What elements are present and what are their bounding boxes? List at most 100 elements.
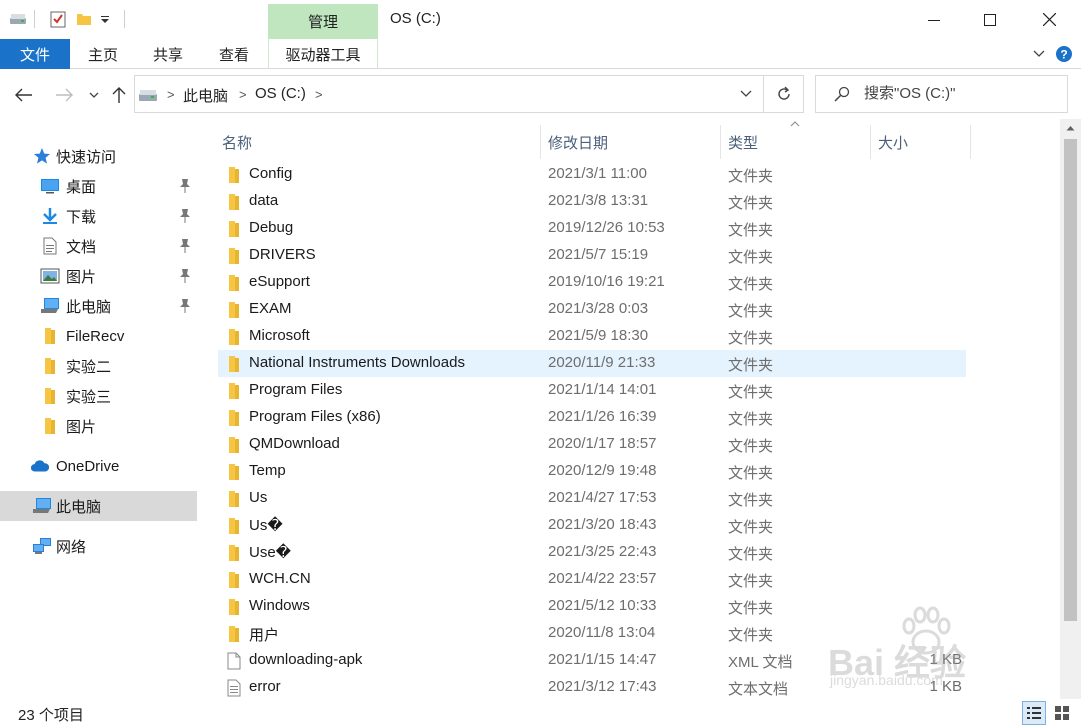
file-name: Us	[249, 489, 268, 506]
customize-quick-access-icon[interactable]	[98, 9, 112, 29]
column-divider[interactable]	[870, 125, 871, 159]
file-row[interactable]: 用户 2020/11/8 13:04 文件夹	[218, 620, 966, 647]
maximize-button[interactable]	[958, 0, 1022, 39]
sidebar-item-quick-access[interactable]: 快速访问	[0, 141, 197, 171]
manage-tab[interactable]: 管理	[268, 4, 378, 39]
folder-icon	[226, 571, 242, 593]
file-row[interactable]: Temp 2020/12/9 19:48 文件夹	[218, 458, 966, 485]
tab-home[interactable]: 主页	[78, 39, 128, 69]
pin-icon[interactable]	[178, 298, 192, 314]
file-row[interactable]: Microsoft 2021/5/9 18:30 文件夹	[218, 323, 966, 350]
file-type: 文件夹	[728, 600, 774, 617]
search-input[interactable]	[864, 85, 1064, 102]
file-date: 2020/12/9 19:48	[548, 462, 657, 479]
file-row[interactable]: National Instruments Downloads 2020/11/9 …	[218, 350, 966, 377]
large-icons-view-button[interactable]	[1050, 701, 1074, 725]
scrollbar-thumb[interactable]	[1064, 139, 1077, 621]
sidebar-item-documents[interactable]: 文档	[0, 231, 197, 261]
file-row[interactable]: Program Files (x86) 2021/1/26 16:39 文件夹	[218, 404, 966, 431]
pin-icon[interactable]	[178, 238, 192, 254]
sidebar-item-label: 快速访问	[56, 148, 117, 166]
tab-file[interactable]: 文件	[0, 39, 70, 69]
details-view-button[interactable]	[1022, 701, 1046, 725]
file-row[interactable]: downloading-apk 2021/1/15 14:47 XML 文档 1 KB	[218, 647, 966, 674]
drive-icon[interactable]	[8, 9, 28, 29]
close-button[interactable]	[1017, 0, 1081, 39]
column-divider[interactable]	[720, 125, 721, 159]
column-divider[interactable]	[970, 125, 971, 159]
file-row[interactable]: DRIVERS 2021/5/7 15:19 文件夹	[218, 242, 966, 269]
file-date: 2021/3/8 13:31	[548, 192, 649, 209]
ribbon-tabs: 文件 主页 共享 查看 驱动器工具 ?	[0, 39, 1081, 69]
tab-view[interactable]: 查看	[208, 39, 260, 69]
file-row[interactable]: eSupport 2019/10/16 19:21 文件夹	[218, 269, 966, 296]
file-date: 2021/4/22 23:57	[548, 570, 657, 587]
sidebar-item-label: 网络	[56, 538, 87, 556]
file-row[interactable]: Program Files 2021/1/14 14:01 文件夹	[218, 377, 966, 404]
sidebar-item-desktop[interactable]: 桌面	[0, 171, 197, 201]
breadcrumb-separator: >	[167, 87, 175, 102]
properties-icon[interactable]	[48, 9, 68, 29]
column-header-name[interactable]: 名称	[220, 125, 542, 159]
sidebar-item-onedrive[interactable]: OneDrive	[0, 451, 197, 481]
sidebar-item-pictures[interactable]: 图片	[0, 261, 197, 291]
back-button[interactable]	[12, 83, 36, 107]
up-button[interactable]	[108, 83, 130, 107]
column-header-size[interactable]: 大小	[878, 125, 970, 159]
file-name: EXAM	[249, 300, 292, 317]
forward-button[interactable]	[52, 83, 76, 107]
pin-icon[interactable]	[178, 208, 192, 224]
file-name: eSupport	[249, 273, 310, 290]
file-row[interactable]: Us 2021/4/27 17:53 文件夹	[218, 485, 966, 512]
tab-drive-tools[interactable]: 驱动器工具	[268, 39, 378, 69]
file-row[interactable]: EXAM 2021/3/28 0:03 文件夹	[218, 296, 966, 323]
file-name: Windows	[249, 597, 310, 614]
file-row[interactable]: WCH.CN 2021/4/22 23:57 文件夹	[218, 566, 966, 593]
help-button[interactable]: ?	[1054, 44, 1074, 64]
sidebar-item-this-pc[interactable]: 此电脑	[0, 491, 197, 521]
sort-up-icon	[790, 119, 800, 130]
file-row[interactable]: QMDownload 2020/1/17 18:57 文件夹	[218, 431, 966, 458]
sidebar-item-label: FileRecv	[66, 327, 125, 345]
minimize-button[interactable]	[902, 0, 966, 39]
recent-locations-button[interactable]	[86, 83, 102, 107]
scroll-up-button[interactable]	[1060, 119, 1081, 137]
sidebar-item-downloads[interactable]: 下载	[0, 201, 197, 231]
file-date: 2019/12/26 10:53	[548, 219, 665, 236]
sidebar-item-this-pc-pinned[interactable]: 此电脑	[0, 291, 197, 321]
column-header-date[interactable]: 修改日期	[548, 125, 720, 159]
address-bar[interactable]: > 此电脑 > OS (C:) >	[134, 75, 764, 113]
file-row[interactable]: error 2021/3/12 17:43 文本文档 1 KB	[218, 674, 966, 701]
new-folder-icon[interactable]	[74, 9, 94, 29]
folder-icon	[226, 382, 242, 404]
file-row[interactable]: Windows 2021/5/12 10:33 文件夹	[218, 593, 966, 620]
file-row[interactable]: Use� 2021/3/25 22:43 文件夹	[218, 539, 966, 566]
column-header-type[interactable]: 类型	[728, 125, 870, 159]
file-date: 2020/1/17 18:57	[548, 435, 657, 452]
tab-share[interactable]: 共享	[142, 39, 194, 69]
drive-icon	[139, 90, 157, 101]
breadcrumb-this-pc[interactable]: 此电脑	[183, 85, 228, 106]
sidebar-item-experiment-2[interactable]: 实验二	[0, 351, 197, 381]
breadcrumb-os-c[interactable]: OS (C:)	[255, 85, 306, 102]
expand-ribbon-button[interactable]	[1030, 44, 1048, 64]
file-row[interactable]: Debug 2019/12/26 10:53 文件夹	[218, 215, 966, 242]
file-name: Program Files (x86)	[249, 408, 381, 425]
sidebar-item-experiment-3[interactable]: 实验三	[0, 381, 197, 411]
pictures-icon	[40, 266, 60, 286]
file-row[interactable]: Config 2021/3/1 11:00 文件夹	[218, 161, 966, 188]
sidebar-item-filerecv[interactable]: FileRecv	[0, 321, 197, 351]
sidebar-item-network[interactable]: 网络	[0, 531, 197, 561]
pin-icon[interactable]	[178, 268, 192, 284]
file-row[interactable]: Us� 2021/3/20 18:43 文件夹	[218, 512, 966, 539]
pin-icon[interactable]	[178, 178, 192, 194]
refresh-button[interactable]	[764, 75, 804, 113]
search-box[interactable]	[815, 75, 1068, 113]
column-divider[interactable]	[540, 125, 541, 159]
address-dropdown-button[interactable]	[733, 84, 759, 104]
file-row[interactable]: data 2021/3/8 13:31 文件夹	[218, 188, 966, 215]
sidebar-item-pictures-folder[interactable]: 图片	[0, 411, 197, 441]
maximize-icon	[984, 13, 996, 26]
file-type: 文件夹	[728, 357, 774, 374]
vertical-scrollbar[interactable]	[1060, 119, 1081, 699]
